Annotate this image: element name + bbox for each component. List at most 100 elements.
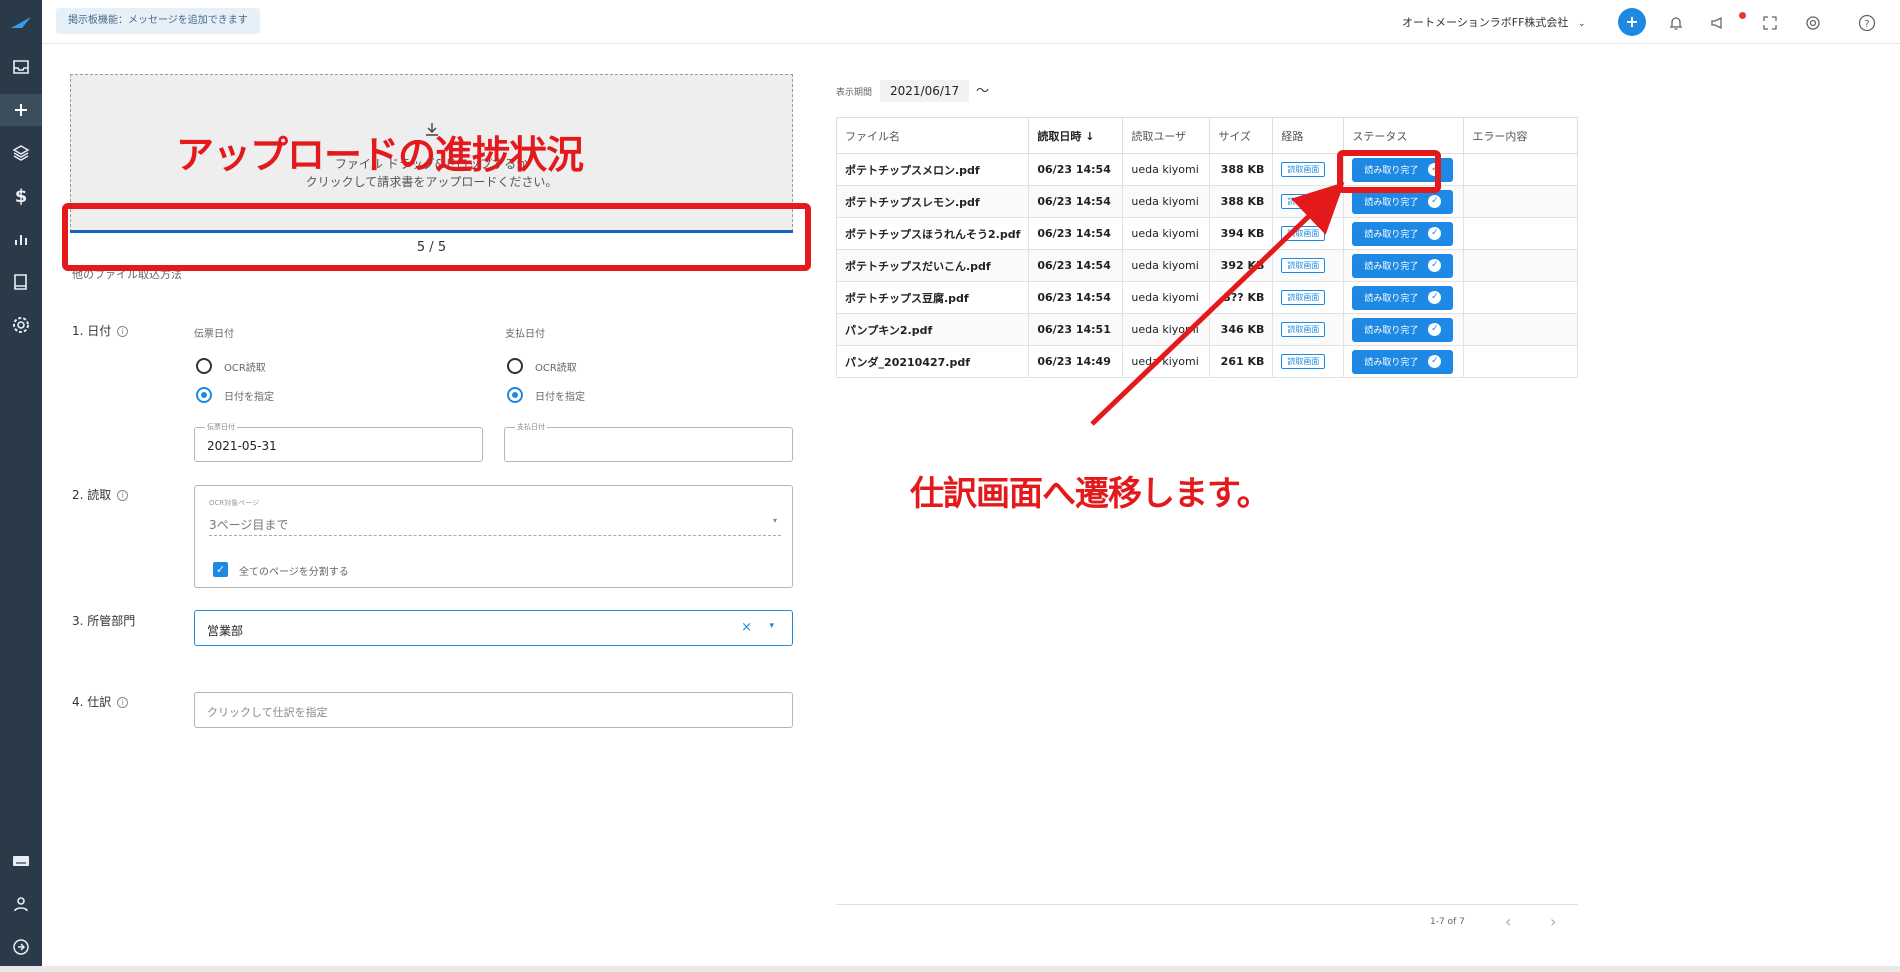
- read-time: 06/23 14:49: [1028, 345, 1124, 378]
- col-read-time[interactable]: 読取日時 ↓: [1028, 117, 1124, 154]
- notice-banner[interactable]: 掲示板機能：メッセージを追加できます: [56, 8, 260, 34]
- col-filename[interactable]: ファイル名: [835, 117, 1030, 154]
- book-icon[interactable]: [0, 267, 42, 297]
- route-button[interactable]: 読取画面: [1281, 258, 1326, 273]
- next-page-icon[interactable]: ›: [1550, 912, 1556, 931]
- status-button[interactable]: 読み取り完了 ✓: [1352, 349, 1454, 374]
- check-icon: ✓: [1428, 291, 1442, 304]
- annotation-go-to-journal: 仕訳画面へ遷移します。: [910, 474, 1271, 514]
- read-user: ueda kiyomi: [1122, 153, 1211, 186]
- gear-icon[interactable]: [0, 310, 42, 340]
- date-section-label: 1. 日付 i: [72, 322, 129, 339]
- payment-ocr-radio[interactable]: OCR読取: [507, 358, 577, 374]
- route-button[interactable]: 読取画面: [1281, 162, 1326, 177]
- read-user: ueda kiyomi: [1122, 249, 1211, 282]
- table-row[interactable]: ポテトチップスだいこん.pdf 06/23 14:54 ueda kiyomi …: [835, 249, 1578, 282]
- radio-label: OCR読取: [535, 362, 577, 374]
- caret-down-icon[interactable]: ▾: [769, 621, 774, 631]
- read-user: ueda kiyomi: [1122, 185, 1211, 218]
- arrow-down-icon: ↓: [1085, 129, 1095, 143]
- file-name: ポテトチップス豆腐.pdf: [835, 281, 1030, 314]
- clear-icon[interactable]: ×: [741, 620, 752, 635]
- field-value: 2021-05-31: [207, 439, 277, 453]
- status-label: 読み取り完了: [1364, 230, 1419, 240]
- read-time: 06/23 14:54: [1028, 217, 1124, 250]
- annotation-highlight-progress: [62, 203, 811, 271]
- logo-icon[interactable]: [0, 8, 42, 38]
- payment-specify-radio[interactable]: 日付を指定: [507, 387, 585, 403]
- table-row[interactable]: パンプキン2.pdf 06/23 14:51 ueda kiyomi 346 K…: [835, 313, 1578, 346]
- col-route[interactable]: 経路: [1272, 117, 1345, 154]
- radio-circle: [196, 358, 212, 374]
- info-icon[interactable]: i: [117, 326, 129, 337]
- plus-icon[interactable]: [1618, 8, 1646, 36]
- route-button[interactable]: 読取画面: [1281, 226, 1326, 241]
- status-label: 読み取り完了: [1364, 326, 1419, 336]
- company-selector[interactable]: オートメーションラボFF株式会社 ⌄: [1402, 14, 1585, 30]
- status-button[interactable]: 読み取り完了 ✓: [1352, 189, 1454, 214]
- voucher-ocr-radio[interactable]: OCR読取: [196, 358, 266, 374]
- file-size: 388 KB: [1209, 153, 1274, 186]
- table-row[interactable]: ポテトチップスメロン.pdf 06/23 14:54 ueda kiyomi 3…: [835, 153, 1578, 186]
- ocr-pages-value: 3ページ目まで: [209, 518, 289, 532]
- col-read-user[interactable]: 読取ユーザ: [1122, 117, 1211, 154]
- payment-date-field[interactable]: 支払日付: [504, 422, 793, 462]
- file-size: 346 KB: [1209, 313, 1274, 346]
- period-start-field[interactable]: 2021/06/17: [880, 80, 970, 102]
- bell-icon[interactable]: [1664, 11, 1688, 35]
- user-icon[interactable]: [0, 889, 42, 919]
- read-time: 06/23 14:54: [1028, 249, 1124, 282]
- fullscreen-icon[interactable]: [1758, 11, 1782, 35]
- read-user: ueda kiyomi: [1122, 345, 1211, 378]
- file-size: 394 KB: [1209, 217, 1274, 250]
- inbox-icon[interactable]: [0, 52, 42, 82]
- pager-divider: [836, 904, 1578, 905]
- help-icon[interactable]: ?: [1855, 11, 1879, 35]
- split-pages-checkbox[interactable]: ✓: [213, 562, 228, 577]
- route-button[interactable]: 読取画面: [1281, 322, 1326, 337]
- table-row[interactable]: ポテトチップスレモン.pdf 06/23 14:54 ueda kiyomi 3…: [835, 185, 1578, 218]
- read-time: 06/23 14:51: [1028, 313, 1124, 346]
- period-tilde: 〜: [976, 84, 990, 99]
- error-cell: [1463, 249, 1578, 282]
- col-status[interactable]: ステータス: [1343, 117, 1465, 154]
- dept-select[interactable]: 営業部 × ▾: [194, 610, 793, 646]
- support-icon[interactable]: [1801, 11, 1825, 35]
- field-label: 支払日付: [515, 422, 547, 432]
- status-button[interactable]: 読み取り完了 ✓: [1352, 317, 1454, 342]
- route-button[interactable]: 読取画面: [1281, 354, 1326, 369]
- chart-icon[interactable]: [0, 224, 42, 254]
- status-button[interactable]: 読み取り完了 ✓: [1352, 253, 1454, 278]
- status-button[interactable]: 読み取り完了 ✓: [1352, 221, 1454, 246]
- route-button[interactable]: 読取画面: [1281, 290, 1326, 305]
- journal-field[interactable]: クリックして仕訳を指定: [194, 692, 793, 728]
- plus-icon[interactable]: [0, 94, 42, 126]
- file-name: パンダ_20210427.pdf: [835, 345, 1030, 378]
- col-error[interactable]: エラー内容: [1463, 117, 1578, 154]
- voucher-specify-radio[interactable]: 日付を指定: [196, 387, 274, 403]
- table-row[interactable]: ポテトチップスほうれんそう2.pdf 06/23 14:54 ueda kiyo…: [835, 217, 1578, 250]
- route-button[interactable]: 読取画面: [1281, 194, 1326, 209]
- voucher-date-field[interactable]: 伝票日付 2021-05-31: [194, 422, 483, 462]
- layers-icon[interactable]: [0, 138, 42, 168]
- table-row[interactable]: パンダ_20210427.pdf 06/23 14:49 ueda kiyomi…: [835, 345, 1578, 378]
- table-row[interactable]: ポテトチップス豆腐.pdf 06/23 14:54 ueda kiyomi 3?…: [835, 281, 1578, 314]
- field-label: 伝票日付: [205, 422, 237, 432]
- error-cell: [1463, 313, 1578, 346]
- keyboard-icon[interactable]: [0, 846, 42, 876]
- status-button[interactable]: 読み取り完了 ✓: [1352, 285, 1454, 310]
- status-label: 読み取り完了: [1364, 262, 1419, 272]
- info-icon[interactable]: i: [117, 697, 129, 708]
- read-section-label: 2. 読取 i: [72, 486, 129, 503]
- read-time: 06/23 14:54: [1028, 281, 1124, 314]
- logout-icon[interactable]: [0, 932, 42, 962]
- ocr-pages-select[interactable]: 3ページ目まで ▾: [209, 508, 781, 536]
- dollar-icon[interactable]: $: [0, 181, 42, 211]
- error-cell: [1463, 281, 1578, 314]
- caret-down-icon: ▾: [772, 516, 777, 525]
- megaphone-icon[interactable]: [1706, 11, 1730, 35]
- radio-circle: [507, 358, 523, 374]
- col-size[interactable]: サイズ: [1209, 117, 1274, 154]
- prev-page-icon[interactable]: ‹: [1505, 912, 1511, 931]
- info-icon[interactable]: i: [117, 490, 129, 501]
